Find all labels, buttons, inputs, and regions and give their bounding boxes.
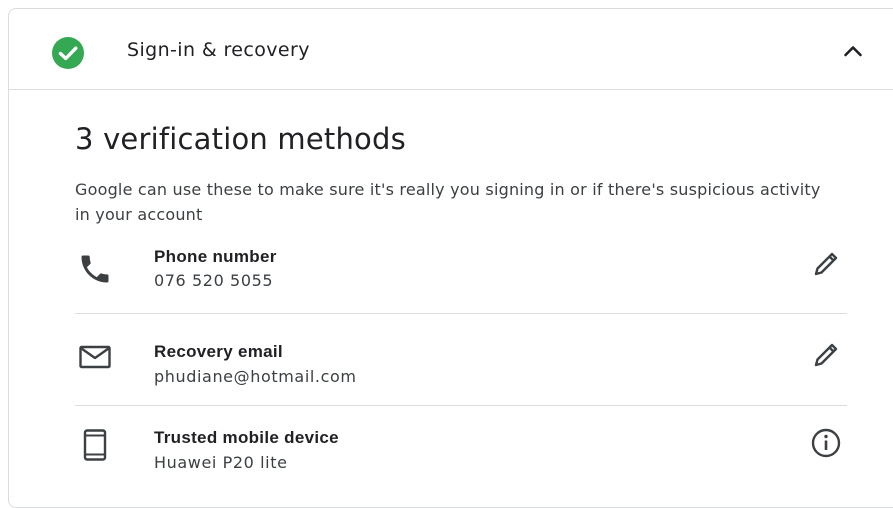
- section-title: 3 verification methods: [75, 122, 406, 156]
- method-row-recovery-email[interactable]: Recovery email phudiane@hotmail.com: [75, 313, 847, 406]
- check-circle-icon: [52, 37, 84, 69]
- phone-icon: [81, 255, 109, 283]
- method-value: phudiane@hotmail.com: [154, 367, 357, 386]
- info-icon[interactable]: [807, 424, 845, 462]
- method-label: Phone number: [154, 247, 277, 266]
- sign-in-recovery-card: Sign-in & recovery 3 verification method…: [8, 8, 893, 508]
- method-row-phone[interactable]: Phone number 076 520 5055: [75, 231, 847, 314]
- method-label: Trusted mobile device: [154, 428, 339, 447]
- mobile-device-icon: [83, 429, 107, 461]
- pencil-icon[interactable]: [807, 245, 845, 283]
- card-header[interactable]: Sign-in & recovery: [9, 9, 893, 90]
- method-label: Recovery email: [154, 342, 283, 361]
- header-title: Sign-in & recovery: [127, 39, 310, 61]
- pencil-icon[interactable]: [807, 336, 845, 374]
- method-value: Huawei P20 lite: [154, 453, 288, 472]
- mail-icon: [79, 345, 111, 369]
- method-row-trusted-device[interactable]: Trusted mobile device Huawei P20 lite: [75, 405, 847, 495]
- chevron-up-icon[interactable]: [835, 33, 871, 69]
- method-value: 076 520 5055: [154, 271, 274, 290]
- section-description: Google can use these to make sure it's r…: [75, 180, 821, 224]
